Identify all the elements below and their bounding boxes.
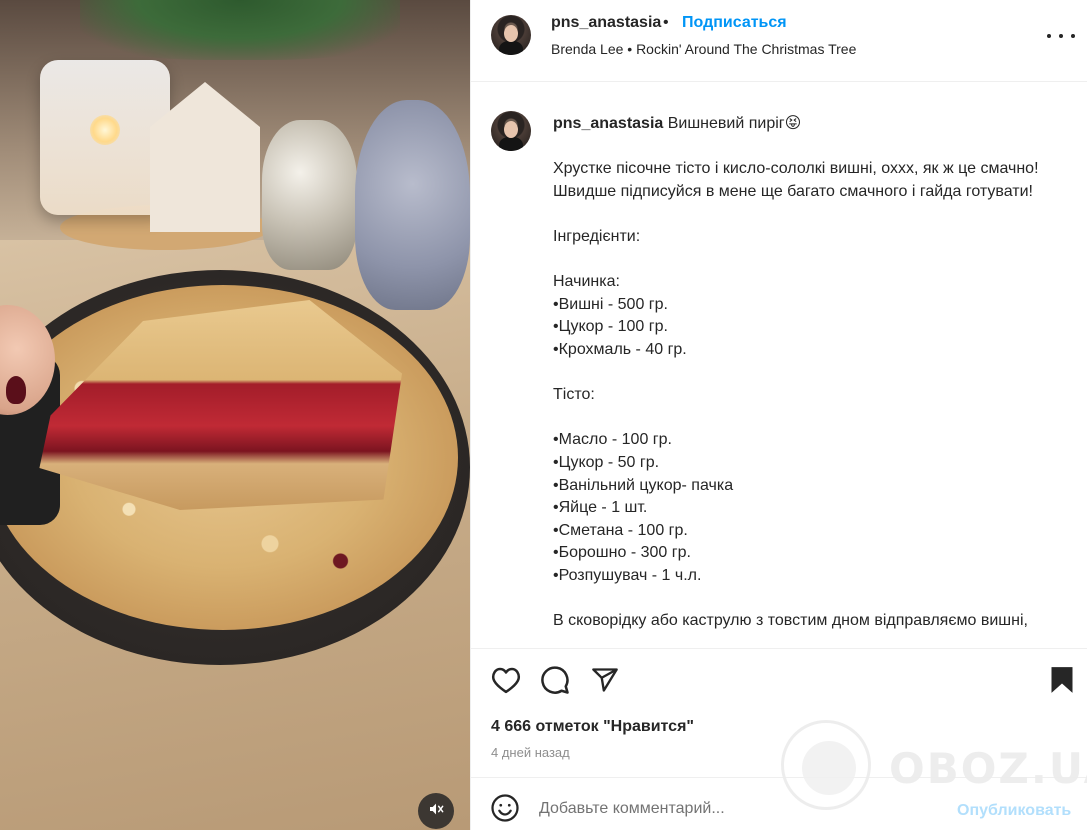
share-button[interactable] (588, 665, 622, 699)
caption-body: Хрустке пісочне тісто і кисло-сололкі ви… (553, 160, 1039, 630)
comment-bar: Опубликовать (471, 778, 1087, 830)
avatar[interactable] (491, 15, 531, 55)
follow-button[interactable]: Подписаться (682, 14, 787, 32)
caption-username[interactable]: pns_anastasia (553, 115, 663, 132)
toy-mouse (355, 100, 470, 310)
speaker-muted-icon (428, 801, 444, 822)
post-media[interactable] (0, 0, 470, 830)
header-username[interactable]: pns_anastasia (551, 14, 661, 32)
caption-area: pns_anastasia Вишневий пиріг😝 Хрустке пі… (471, 82, 1087, 648)
save-button[interactable] (1045, 665, 1079, 699)
caption-avatar[interactable] (491, 111, 531, 151)
comment-icon (540, 665, 570, 700)
bookmark-icon (1050, 666, 1074, 699)
more-options-button[interactable] (1047, 26, 1075, 46)
music-track[interactable]: Brenda Lee • Rockin' Around The Christma… (551, 41, 856, 57)
emoji-icon (490, 793, 520, 828)
more-horizontal-icon (1047, 34, 1075, 38)
post-panel: pns_anastasia • Подписаться Brenda Lee •… (470, 0, 1087, 830)
caption-title: Вишневий пиріг😝 (667, 115, 802, 132)
emoji-button[interactable] (488, 793, 522, 827)
header-separator: • (663, 14, 669, 31)
send-icon (590, 666, 620, 699)
post-actions: 4 666 отметок "Нравится" 4 дней назад (471, 648, 1087, 778)
like-button[interactable] (489, 665, 523, 699)
heart-icon (491, 666, 521, 699)
comment-input[interactable] (539, 800, 939, 818)
comment-button[interactable] (538, 665, 572, 699)
mute-button[interactable] (418, 793, 454, 829)
post-age[interactable]: 4 дней назад (491, 745, 570, 760)
caption-text: pns_anastasia Вишневий пиріг😝 Хрустке пі… (553, 113, 1073, 633)
decor-reindeer (262, 120, 357, 270)
decor-greenery (80, 0, 400, 60)
fingernail (6, 376, 26, 404)
publish-button[interactable]: Опубликовать (957, 802, 1071, 820)
post-header: pns_anastasia • Подписаться Brenda Lee •… (471, 0, 1087, 82)
likes-count[interactable]: 4 666 отметок "Нравится" (491, 718, 694, 736)
